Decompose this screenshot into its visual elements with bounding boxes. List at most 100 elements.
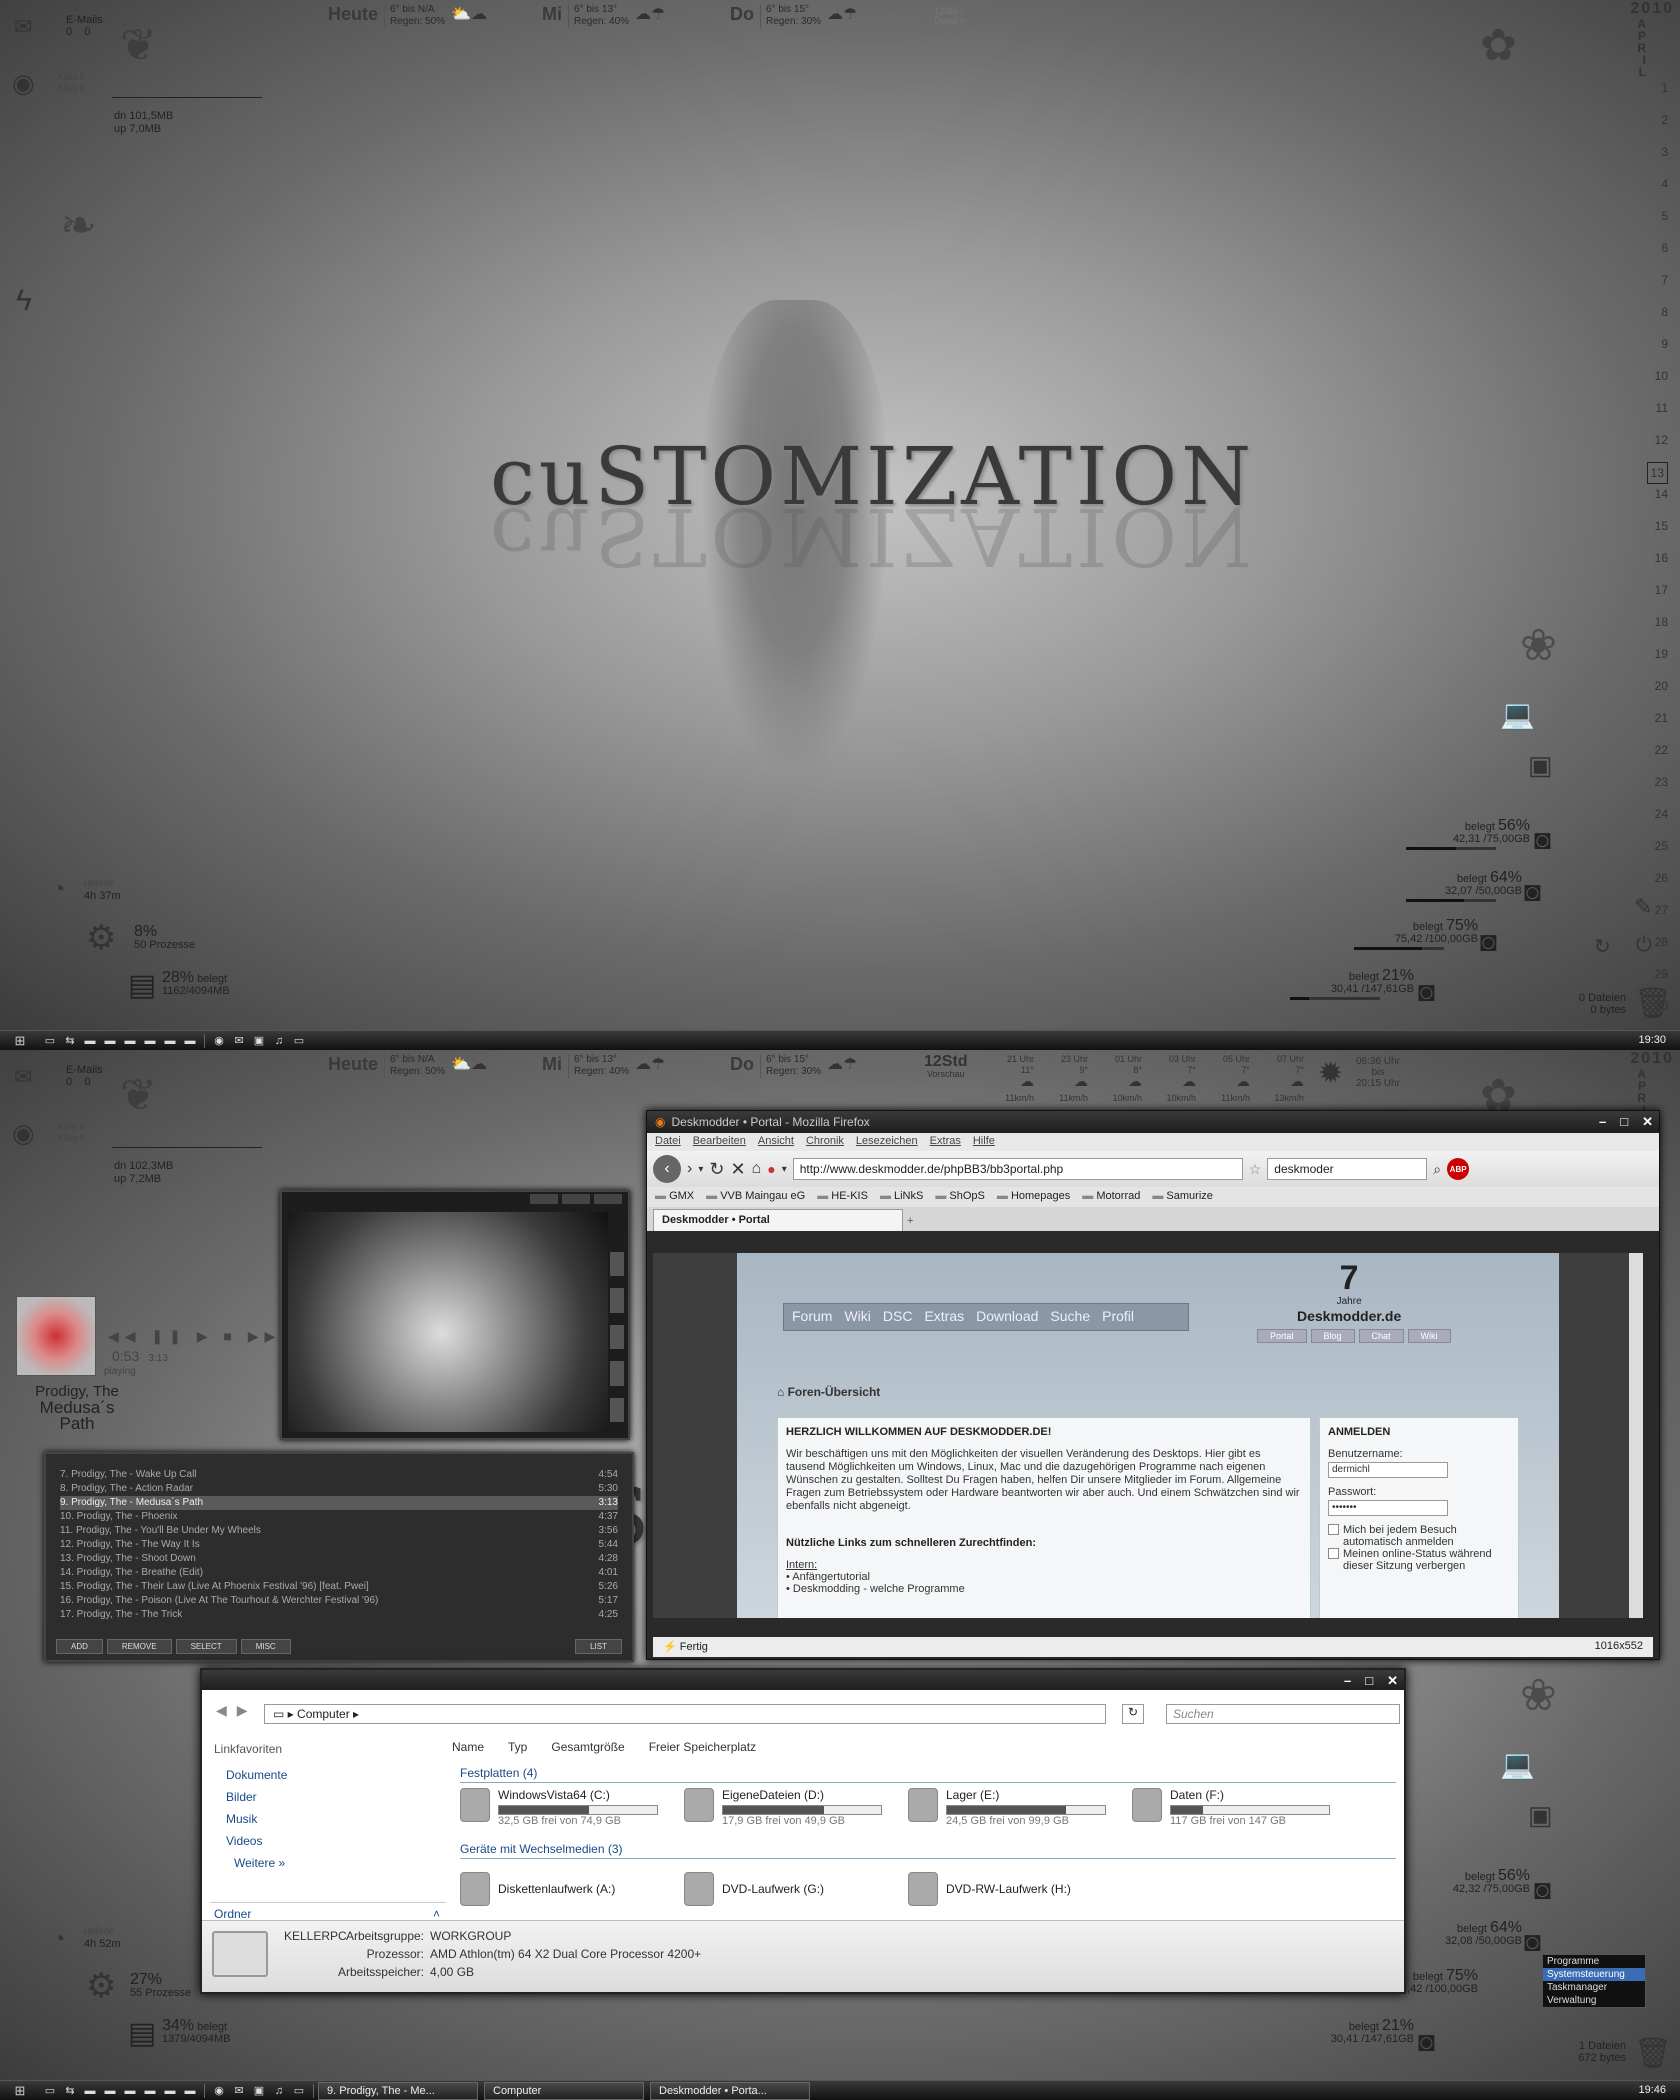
bookmark-item[interactable]: ▬ Motorrad xyxy=(1082,1190,1140,1204)
column-headers[interactable]: Name Typ Gesamtgröße Freier Speicherplat… xyxy=(452,1740,756,1754)
photoshop-icon[interactable]: ▣ xyxy=(249,2083,269,2099)
star-icon[interactable]: ☆ xyxy=(1249,1161,1262,1178)
col-type[interactable]: Typ xyxy=(508,1740,527,1754)
show-desktop-icon[interactable]: ▭ xyxy=(40,2083,60,2099)
weather-detail-links[interactable]: 12Std > Detail > xyxy=(934,6,965,26)
bookmark-item[interactable]: ▬ VVB Maingau eG xyxy=(706,1190,805,1204)
list-button[interactable]: LIST xyxy=(575,1639,622,1654)
hide-status-checkbox[interactable] xyxy=(1328,1548,1339,1559)
fav-pictures[interactable]: Bilder xyxy=(210,1786,446,1808)
task-player[interactable]: 9. Prodigy, The - Me... xyxy=(318,2081,478,2100)
drive-item[interactable]: DVD-Laufwerk (G:) xyxy=(684,1866,894,1912)
menu-item[interactable]: Hilfe xyxy=(973,1135,995,1149)
drive-item[interactable]: Lager (E:) 24,5 GB frei von 99,9 GB xyxy=(908,1788,1118,1834)
menu-item[interactable]: Datei xyxy=(655,1135,681,1149)
folder-icon[interactable]: ▬ xyxy=(140,2083,160,2099)
drive-item[interactable]: EigeneDateien (D:) 17,9 GB frei von 49,9 … xyxy=(684,1788,894,1834)
mail-icon[interactable]: ✉ xyxy=(14,1064,32,1090)
playlist-window[interactable]: 7. Prodigy, The - Wake Up Call 4:54 8. Pro… xyxy=(44,1452,634,1662)
minimize-button[interactable] xyxy=(530,1194,558,1204)
switch-windows-icon[interactable]: ⇆ xyxy=(60,1033,80,1049)
minimize-button[interactable]: – xyxy=(1599,1114,1606,1130)
search-input[interactable]: Suchen xyxy=(1166,1704,1400,1724)
calendar-day[interactable]: 26 xyxy=(1614,868,1668,888)
logo-links[interactable]: Portal Blog Chat Wiki xyxy=(1257,1329,1451,1343)
hdd-icon[interactable]: ◙ xyxy=(1480,926,1497,958)
calendar-day[interactable]: 7 xyxy=(1614,270,1668,290)
folder-icon[interactable]: ▬ xyxy=(140,1033,160,1049)
playlist-rows[interactable]: 7. Prodigy, The - Wake Up Call 4:54 8. Pro… xyxy=(60,1468,618,1622)
calendar-day[interactable]: 4 xyxy=(1614,174,1668,194)
close-button[interactable]: ✕ xyxy=(1642,1114,1653,1130)
fav-more[interactable]: Weitere » xyxy=(210,1852,446,1874)
taskbar-clock[interactable]: 19:46 xyxy=(1638,2084,1666,2096)
media-icon[interactable]: ▭ xyxy=(289,2083,309,2099)
calendar-day[interactable]: 19 xyxy=(1614,644,1668,664)
folder-icon[interactable]: ▬ xyxy=(80,1033,100,1049)
mail-icon[interactable]: ✉ xyxy=(229,1033,249,1049)
misc-button[interactable]: MISC xyxy=(240,1639,291,1654)
page-viewport[interactable]: Forum Wiki DSC Extras Download Suche Profil 7 … xyxy=(653,1253,1643,1618)
vertical-scrollbar[interactable] xyxy=(1629,1253,1643,1618)
calendar-day[interactable]: 22 xyxy=(1614,740,1668,760)
bookmark-item[interactable]: ▬ ShOpS xyxy=(935,1190,985,1204)
folder-icon[interactable]: ▬ xyxy=(100,2083,120,2099)
menu-item-taskmanager[interactable]: Taskmanager xyxy=(1543,1981,1645,1994)
auto-login-checkbox[interactable] xyxy=(1328,1524,1339,1535)
drive-item[interactable]: Daten (F:) 117 GB frei von 147 GB xyxy=(1132,1788,1342,1834)
firefox-icon[interactable]: ◉ xyxy=(209,1033,229,1049)
add-button[interactable]: ADD xyxy=(56,1639,103,1654)
firefox-window[interactable]: ◉ Deskmodder • Portal - Mozilla Firefox … xyxy=(646,1110,1660,1660)
video-area[interactable] xyxy=(288,1212,608,1432)
calendar-day[interactable]: 21 xyxy=(1614,708,1668,728)
username-field[interactable]: dermichl xyxy=(1328,1462,1448,1478)
address-bar[interactable]: ▭ ▸ Computer ▸ xyxy=(264,1704,1106,1724)
url-field[interactable]: http://www.deskmodder.de/phpBB3/bb3porta… xyxy=(792,1158,1243,1180)
adblock-icon[interactable]: ABP xyxy=(1447,1158,1470,1180)
player-window-buttons[interactable] xyxy=(530,1194,622,1204)
menu-item[interactable]: Lesezeichen xyxy=(856,1135,918,1149)
playlist-row[interactable]: 9. Prodigy, The - Medusa´s Path 3:13 xyxy=(60,1496,618,1510)
calendar-day[interactable]: 10 xyxy=(1614,366,1668,386)
playlist-row[interactable]: 16. Prodigy, The - Poison (Live At The T… xyxy=(60,1594,618,1608)
hdd-icon[interactable]: ◙ xyxy=(1418,2026,1435,2058)
breadcrumb[interactable]: ⌂ Foren-Übersicht xyxy=(777,1385,880,1399)
search-input[interactable]: deskmoder xyxy=(1267,1158,1428,1180)
menu-item[interactable]: Bearbeiten xyxy=(693,1135,746,1149)
calendar-day[interactable]: 29 xyxy=(1614,964,1668,984)
playlist-row[interactable]: 11. Prodigy, The - You'll Be Under My Wh… xyxy=(60,1524,618,1538)
menu-item-programme[interactable]: Programme xyxy=(1543,1955,1645,1968)
remove-button[interactable]: REMOVE xyxy=(106,1639,172,1654)
menu-item[interactable]: Extras xyxy=(930,1135,961,1149)
refresh-button[interactable]: ↻ xyxy=(1122,1704,1144,1724)
calendar-day[interactable]: 14 xyxy=(1614,484,1668,504)
logo-link[interactable]: Chat xyxy=(1358,1329,1404,1343)
col-free[interactable]: Freier Speicherplatz xyxy=(649,1740,756,1754)
playlist-row[interactable]: 12. Prodigy, The - The Way It Is 5:44 xyxy=(60,1538,618,1552)
close-button[interactable]: ✕ xyxy=(1387,1673,1398,1689)
folder-icon[interactable]: ▬ xyxy=(100,1033,120,1049)
password-field[interactable]: ••••••• xyxy=(1328,1500,1448,1516)
firefox-icon[interactable]: ◉ xyxy=(209,2083,229,2099)
bookmark-item[interactable]: ▬ Homepages xyxy=(997,1190,1070,1204)
bookmarks-bar[interactable]: ▬ GMX ▬ VVB Maingau eG ▬ HE-KIS ▬ LiNkS ▬ Sh… xyxy=(647,1187,1659,1207)
folder-icon[interactable]: ▬ xyxy=(120,2083,140,2099)
calendar-day[interactable]: 16 xyxy=(1614,548,1668,568)
fav-videos[interactable]: Videos xyxy=(210,1830,446,1852)
start-button[interactable]: ⊞ xyxy=(0,2081,40,2100)
close-button[interactable] xyxy=(594,1194,622,1204)
calendar-day[interactable]: 17 xyxy=(1614,580,1668,600)
bookmark-item[interactable]: ▬ LiNkS xyxy=(880,1190,923,1204)
group-header[interactable]: Geräte mit Wechselmedien (3) xyxy=(460,1842,1396,1859)
folder-icon[interactable]: ▬ xyxy=(160,2083,180,2099)
laptop-icon[interactable]: 💻 xyxy=(1500,698,1535,731)
playlist-buttons[interactable]: ADD REMOVE SELECT MISC LIST xyxy=(56,1639,622,1654)
playlist-row[interactable]: 14. Prodigy, The - Breathe (Edit) 4:01 xyxy=(60,1566,618,1580)
select-button[interactable]: SELECT xyxy=(175,1639,237,1654)
headphones-icon[interactable]: ♫ xyxy=(269,2083,289,2099)
hdd-icon[interactable]: ◙ xyxy=(1534,824,1551,856)
player-side-button[interactable] xyxy=(610,1361,624,1386)
calendar-day[interactable]: 13 xyxy=(1646,462,1668,484)
mail-icon[interactable]: ✉ xyxy=(14,14,32,40)
minimize-button[interactable]: – xyxy=(1344,1673,1351,1689)
